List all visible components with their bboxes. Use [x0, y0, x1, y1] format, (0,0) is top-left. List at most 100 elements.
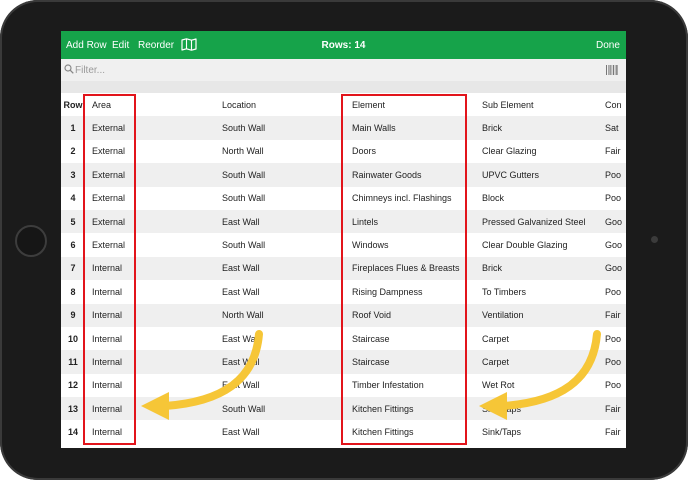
element-cell[interactable]: Roof Void: [352, 303, 475, 327]
area-cell[interactable]: Internal: [92, 326, 215, 351]
column-header-sub-element[interactable]: Sub Element: [482, 93, 605, 117]
area-cell[interactable]: Internal: [92, 303, 215, 327]
condition-cell[interactable]: Poo: [605, 373, 626, 398]
table-row[interactable]: 5 External East Wall Lintels Pressed Galvani…: [61, 209, 626, 234]
condition-cell[interactable]: Fair: [605, 397, 626, 421]
table-row[interactable]: 7 Internal East Wall Fireplaces Flues & Bre…: [61, 256, 626, 281]
column-header-element[interactable]: Element: [352, 93, 475, 117]
row-number-cell[interactable]: 11: [61, 350, 85, 374]
condition-cell[interactable]: Fair: [605, 303, 626, 327]
location-cell[interactable]: East Wall: [222, 280, 345, 304]
area-cell[interactable]: Internal: [92, 397, 215, 421]
table-row[interactable]: 6 External South Wall Windows Clear Double G…: [61, 233, 626, 257]
condition-cell[interactable]: Poo: [605, 350, 626, 374]
table-row[interactable]: 14 Internal East Wall Kitchen Fittings Sink/…: [61, 420, 626, 444]
row-number-cell[interactable]: 2: [61, 139, 85, 164]
location-cell[interactable]: East Wall: [222, 256, 345, 281]
row-number-cell[interactable]: 1: [61, 116, 85, 140]
row-number-cell[interactable]: 6: [61, 233, 85, 257]
condition-cell[interactable]: Goo: [605, 256, 626, 281]
area-cell[interactable]: Internal: [92, 256, 215, 281]
table-row[interactable]: 3 External South Wall Rainwater Goods UPVC G…: [61, 163, 626, 187]
location-cell[interactable]: South Wall: [222, 233, 345, 257]
area-cell[interactable]: Internal: [92, 420, 215, 444]
location-cell[interactable]: South Wall: [222, 163, 345, 187]
area-cell[interactable]: External: [92, 233, 215, 257]
condition-cell[interactable]: Goo: [605, 233, 626, 257]
location-cell[interactable]: East Wall: [222, 373, 345, 398]
location-cell[interactable]: North Wall: [222, 139, 345, 164]
done-button[interactable]: Done: [596, 40, 620, 51]
element-cell[interactable]: Rainwater Goods: [352, 163, 475, 187]
column-header-row[interactable]: Row: [61, 93, 85, 117]
area-cell[interactable]: Internal: [92, 280, 215, 304]
location-cell[interactable]: South Wall: [222, 186, 345, 210]
sub-element-cell[interactable]: Carpet: [482, 350, 605, 374]
table-row[interactable]: 2 External North Wall Doors Clear Glazing Fai…: [61, 139, 626, 164]
condition-cell[interactable]: Sat: [605, 116, 626, 140]
area-cell[interactable]: Internal: [92, 373, 215, 398]
table-row[interactable]: 4 External South Wall Chimneys incl. Flashi…: [61, 186, 626, 210]
element-cell[interactable]: Staircase: [352, 326, 475, 351]
row-number-cell[interactable]: 8: [61, 280, 85, 304]
area-cell[interactable]: External: [92, 186, 215, 210]
sub-element-cell[interactable]: Carpet: [482, 326, 605, 351]
sub-element-cell[interactable]: Brick: [482, 116, 605, 140]
element-cell[interactable]: Rising Dampness: [352, 280, 475, 304]
sub-element-cell[interactable]: Block: [482, 186, 605, 210]
column-header-location[interactable]: Location: [222, 93, 345, 117]
sub-element-cell[interactable]: Brick: [482, 256, 605, 281]
sub-element-cell[interactable]: Sink/Taps: [482, 397, 605, 421]
condition-cell[interactable]: Poo: [605, 280, 626, 304]
row-number-cell[interactable]: 10: [61, 326, 85, 351]
element-cell[interactable]: Lintels: [352, 209, 475, 234]
condition-cell[interactable]: Fair: [605, 420, 626, 444]
table-row[interactable]: 13 Internal South Wall Kitchen Fittings Sink…: [61, 397, 626, 421]
row-number-cell[interactable]: 7: [61, 256, 85, 281]
sub-element-cell[interactable]: To Timbers: [482, 280, 605, 304]
sub-element-cell[interactable]: Sink/Taps: [482, 420, 605, 444]
table-row[interactable]: 10 Internal East Wall Staircase Carpet Poo: [61, 326, 626, 351]
condition-cell[interactable]: Poo: [605, 186, 626, 210]
table-row[interactable]: 8 Internal East Wall Rising Dampness To Timb…: [61, 280, 626, 304]
column-header-area[interactable]: Area: [92, 93, 215, 117]
element-cell[interactable]: Chimneys incl. Flashings: [352, 186, 475, 210]
row-number-cell[interactable]: 4: [61, 186, 85, 210]
row-number-cell[interactable]: 3: [61, 163, 85, 187]
home-button[interactable]: [15, 225, 47, 257]
sub-element-cell[interactable]: Ventilation: [482, 303, 605, 327]
condition-cell[interactable]: Poo: [605, 163, 626, 187]
row-number-cell[interactable]: 12: [61, 373, 85, 398]
row-number-cell[interactable]: 5: [61, 209, 85, 234]
row-number-cell[interactable]: 13: [61, 397, 85, 421]
condition-cell[interactable]: Fair: [605, 139, 626, 164]
element-cell[interactable]: Doors: [352, 139, 475, 164]
element-cell[interactable]: Fireplaces Flues & Breasts: [352, 256, 475, 281]
sub-element-cell[interactable]: Wet Rot: [482, 373, 605, 398]
condition-cell[interactable]: Poo: [605, 326, 626, 351]
location-cell[interactable]: East Wall: [222, 209, 345, 234]
sub-element-cell[interactable]: Clear Double Glazing: [482, 233, 605, 257]
location-cell[interactable]: North Wall: [222, 303, 345, 327]
row-number-cell[interactable]: 9: [61, 303, 85, 327]
sub-element-cell[interactable]: UPVC Gutters: [482, 163, 605, 187]
sub-element-cell[interactable]: Pressed Galvanized Steel: [482, 209, 605, 234]
area-cell[interactable]: External: [92, 116, 215, 140]
area-cell[interactable]: External: [92, 163, 215, 187]
element-cell[interactable]: Staircase: [352, 350, 475, 374]
table-row[interactable]: 1 External South Wall Main Walls Brick Sat: [61, 116, 626, 140]
column-header-condition[interactable]: Con: [605, 93, 626, 117]
condition-cell[interactable]: Goo: [605, 209, 626, 234]
location-cell[interactable]: East Wall: [222, 326, 345, 351]
location-cell[interactable]: South Wall: [222, 116, 345, 140]
location-cell[interactable]: East Wall: [222, 350, 345, 374]
location-cell[interactable]: South Wall: [222, 397, 345, 421]
table-row[interactable]: 11 Internal East Wall Staircase Carpet Poo: [61, 350, 626, 374]
element-cell[interactable]: Kitchen Fittings: [352, 397, 475, 421]
row-number-cell[interactable]: 14: [61, 420, 85, 444]
barcode-icon[interactable]: [606, 65, 618, 75]
area-cell[interactable]: External: [92, 139, 215, 164]
table-row[interactable]: 9 Internal North Wall Roof Void Ventilation F…: [61, 303, 626, 327]
element-cell[interactable]: Kitchen Fittings: [352, 420, 475, 444]
element-cell[interactable]: Timber Infestation: [352, 373, 475, 398]
